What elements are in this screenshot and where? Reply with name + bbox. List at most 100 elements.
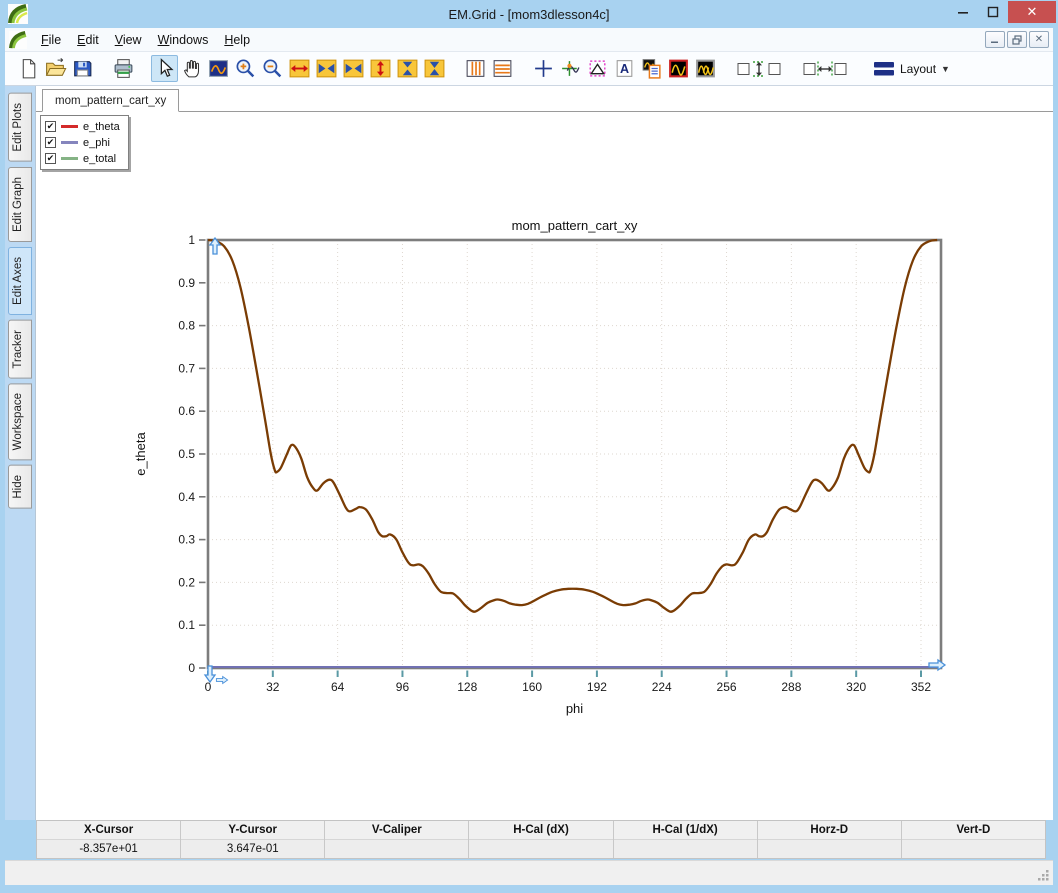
close-button[interactable]: ✕ xyxy=(1008,1,1056,23)
stretch-horizontal-icon xyxy=(316,59,337,78)
menu-edit[interactable]: Edit xyxy=(69,30,107,50)
status-col-x-cursor: X-Cursor -8.357e+01 xyxy=(37,821,182,858)
select-pointer-button[interactable] xyxy=(151,55,178,82)
stretch-vertical-button[interactable] xyxy=(394,55,421,82)
expand-vertical-button[interactable] xyxy=(367,55,394,82)
status-header: V-Caliper xyxy=(325,821,469,840)
menu-windows[interactable]: Windows xyxy=(150,30,217,50)
horizontal-spacing-button[interactable] xyxy=(799,55,851,82)
svg-text:0.9: 0.9 xyxy=(178,276,195,290)
x-axis-label: phi xyxy=(566,701,583,716)
legend-checkbox-e_total[interactable]: ✔ xyxy=(45,153,56,164)
vertical-spacing-icon xyxy=(737,61,781,77)
status-col-horz-d: Horz-D xyxy=(757,821,902,858)
zoom-region-button[interactable] xyxy=(205,55,232,82)
status-col-h-cal-dx-: H-Cal (dX) xyxy=(469,821,614,858)
document-tab-bar: mom_pattern_cart_xy xyxy=(36,86,1053,112)
mdi-close-button[interactable]: ✕ xyxy=(1029,31,1049,48)
status-header: H-Cal (dX) xyxy=(469,821,613,840)
side-tab-workspace[interactable]: Workspace xyxy=(8,383,32,461)
legend-checkbox-e_theta[interactable]: ✔ xyxy=(45,121,56,132)
zoom-out-icon xyxy=(263,59,282,78)
plot-report-icon xyxy=(642,59,661,79)
legend-entry-e_total: ✔ e_total xyxy=(45,152,120,165)
zoom-region-icon xyxy=(209,60,228,77)
plot-canvas[interactable]: 0 32 64 96 128 160 192 224 256 288 320 35200.10.20.… xyxy=(36,113,1054,820)
svg-text:0.5: 0.5 xyxy=(178,447,195,461)
side-tab-tracker[interactable]: Tracker xyxy=(8,319,32,379)
horizontal-stripes-button[interactable] xyxy=(489,55,516,82)
status-header: Y-Cursor xyxy=(181,821,325,840)
status-header: H-Cal (1/dX) xyxy=(613,821,757,840)
single-trace-button[interactable] xyxy=(665,55,692,82)
status-col-h-cal-1-dx-: H-Cal (1/dX) xyxy=(613,821,758,858)
series-e_theta-e_total xyxy=(207,238,938,613)
layout-button[interactable]: Layout ▼ xyxy=(867,55,956,83)
legend-color-swatch xyxy=(61,157,78,160)
compress-vertical-button[interactable] xyxy=(421,55,448,82)
tracker-button[interactable] xyxy=(557,55,584,82)
maximize-button[interactable] xyxy=(978,1,1008,23)
shear-tool-icon xyxy=(589,60,606,77)
save-button[interactable] xyxy=(69,55,96,82)
svg-text:0.8: 0.8 xyxy=(178,319,195,333)
shear-tool-button[interactable] xyxy=(584,55,611,82)
status-header: Vert-D xyxy=(901,821,1045,840)
svg-text:0.1: 0.1 xyxy=(178,618,195,632)
text-annotation-button[interactable]: A xyxy=(611,55,638,82)
mdi-restore-button[interactable] xyxy=(1007,31,1027,48)
document-area: mom_pattern_cart_xy ✔ e_theta ✔ e_phi ✔ e_tot… xyxy=(35,86,1053,820)
print-button[interactable] xyxy=(110,55,137,82)
status-value xyxy=(325,840,469,858)
crosshair-button[interactable] xyxy=(530,55,557,82)
status-value xyxy=(613,840,757,858)
new-document-button[interactable] xyxy=(15,55,42,82)
svg-text:352: 352 xyxy=(911,680,931,694)
status-value: -8.357e+01 xyxy=(37,840,181,858)
svg-text:1: 1 xyxy=(188,233,195,247)
minimize-button[interactable] xyxy=(948,1,978,23)
menu-view[interactable]: View xyxy=(107,30,150,50)
vertical-stripes-button[interactable] xyxy=(462,55,489,82)
open-file-button[interactable] xyxy=(42,55,69,82)
status-value xyxy=(757,840,901,858)
origin-pan-right-handle-icon[interactable] xyxy=(215,675,229,685)
svg-text:224: 224 xyxy=(652,680,672,694)
multi-trace-button[interactable] xyxy=(692,55,719,82)
compress-horizontal-button[interactable] xyxy=(340,55,367,82)
side-tab-edit-axes[interactable]: Edit Axes xyxy=(8,246,32,315)
svg-text:160: 160 xyxy=(522,680,542,694)
legend-color-swatch xyxy=(61,125,78,128)
select-pointer-icon xyxy=(160,58,174,78)
resize-grip-icon[interactable] xyxy=(1037,869,1050,882)
menu-file[interactable]: File xyxy=(33,30,69,50)
expand-horizontal-button[interactable] xyxy=(286,55,313,82)
zoom-in-button[interactable] xyxy=(232,55,259,82)
expand-vertical-icon xyxy=(370,59,391,78)
vertical-stripes-icon xyxy=(466,60,485,77)
side-tab-edit-graph[interactable]: Edit Graph xyxy=(8,166,32,242)
vertical-spacing-button[interactable] xyxy=(733,55,785,82)
status-value: 3.647e-01 xyxy=(181,840,325,858)
document-tab[interactable]: mom_pattern_cart_xy xyxy=(42,89,180,112)
svg-text:0.7: 0.7 xyxy=(178,361,195,375)
single-trace-icon xyxy=(669,59,688,78)
svg-text:192: 192 xyxy=(587,680,607,694)
zoom-out-button[interactable] xyxy=(259,55,286,82)
chevron-down-icon: ▼ xyxy=(941,63,950,74)
legend-panel: ✔ e_theta ✔ e_phi ✔ e_total xyxy=(40,115,129,170)
menu-help[interactable]: Help xyxy=(216,30,258,50)
side-tab-edit-plots[interactable]: Edit Plots xyxy=(8,93,32,162)
legend-color-swatch xyxy=(61,141,78,144)
title-bar: EM.Grid - [mom3dlesson4c] ✕ xyxy=(0,0,1058,28)
side-tab-hide[interactable]: Hide xyxy=(8,465,32,510)
stretch-horizontal-button[interactable] xyxy=(313,55,340,82)
plot-report-button[interactable] xyxy=(638,55,665,82)
mdi-minimize-button[interactable] xyxy=(985,31,1005,48)
legend-checkbox-e_phi[interactable]: ✔ xyxy=(45,137,56,148)
svg-text:0.4: 0.4 xyxy=(178,490,195,504)
window-title: EM.Grid - [mom3dlesson4c] xyxy=(448,6,610,22)
pan-hand-button[interactable] xyxy=(178,55,205,82)
y-axis-label: e_theta xyxy=(133,432,148,476)
legend-entry-e_theta: ✔ e_theta xyxy=(45,120,120,133)
